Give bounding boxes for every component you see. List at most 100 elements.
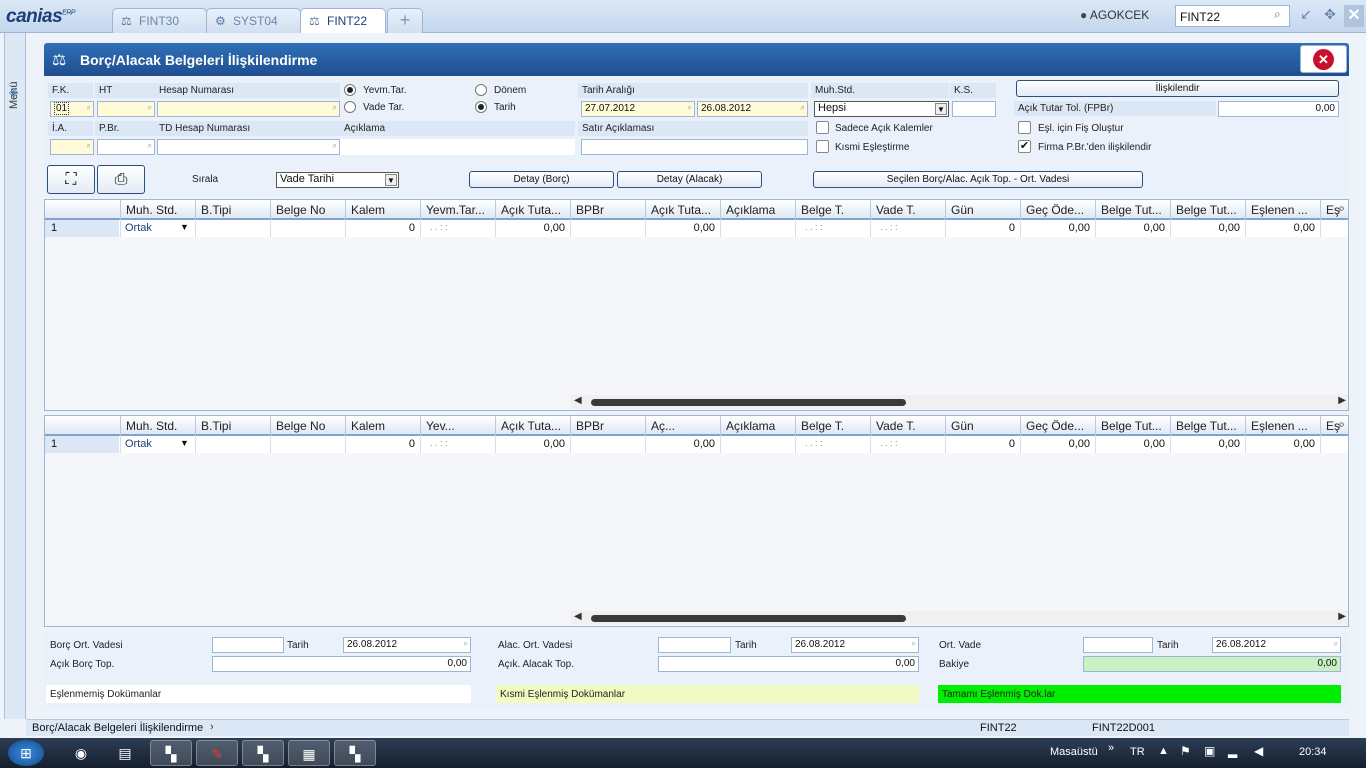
column-header[interactable]: B.Tipi <box>201 203 267 217</box>
number-cell[interactable]: 0 <box>345 438 415 450</box>
column-divider[interactable] <box>120 416 121 436</box>
column-header[interactable]: Belge Tut... <box>1101 419 1167 433</box>
column-divider[interactable] <box>720 416 721 436</box>
tab-fint30[interactable]: ⚖ FINT30 <box>112 8 207 33</box>
table-row[interactable]: 1 Ortak ▼ 0 0,00 0,00 0 0,00 0,00 0,00 0,00 . . : :… <box>45 436 1348 453</box>
tarih-radio[interactable] <box>475 101 487 113</box>
search-input[interactable]: FINT22 <box>1175 5 1290 27</box>
column-header[interactable]: BPBr <box>576 419 642 433</box>
date-cell[interactable]: . . : : <box>805 222 823 232</box>
clock[interactable]: 20:34 <box>1299 746 1327 758</box>
detay-borc-button[interactable]: Detay (Borç) <box>469 171 614 188</box>
close-app-button[interactable]: ✕ <box>1344 5 1364 27</box>
column-header[interactable]: Eşlenen ... <box>1251 203 1317 217</box>
column-divider[interactable] <box>1170 416 1171 436</box>
column-divider[interactable] <box>1095 200 1096 220</box>
number-cell[interactable]: 0 <box>345 222 415 234</box>
column-header[interactable]: Muh. Std. <box>126 203 192 217</box>
number-cell[interactable]: 0,00 <box>495 438 565 450</box>
ort-vade-input[interactable] <box>1083 637 1153 653</box>
volume-icon[interactable]: ◀ <box>1254 744 1263 758</box>
column-divider[interactable] <box>720 200 721 220</box>
column-divider[interactable] <box>1170 200 1171 220</box>
column-header[interactable]: Açık Tuta... <box>501 203 567 217</box>
side-menu[interactable]: Menü ◈ <box>4 33 26 719</box>
date-cell[interactable]: . . : : <box>805 438 823 448</box>
satir-aciklamasi-input[interactable] <box>581 139 808 155</box>
column-divider[interactable] <box>420 200 421 220</box>
flag-icon[interactable]: ⚑ <box>1180 744 1191 758</box>
chevron-icon[interactable]: » <box>1108 742 1114 754</box>
canias-icon[interactable]: ▚ <box>150 740 192 766</box>
tab-fint22[interactable]: ⚖ FINT22 <box>300 8 386 33</box>
pbr-input[interactable]: ⌕ <box>97 139 155 155</box>
power-icon[interactable]: ▣ <box>1204 744 1215 758</box>
alac-ort-vadesi-input[interactable] <box>658 637 731 653</box>
vade-radio[interactable] <box>344 101 356 113</box>
ks-input[interactable] <box>952 101 996 117</box>
borc-ort-vadesi-input[interactable] <box>212 637 284 653</box>
number-cell[interactable]: 0,00 <box>1170 438 1240 450</box>
column-header[interactable]: Gün <box>951 419 1017 433</box>
column-header[interactable]: Yev... <box>426 419 492 433</box>
start-button[interactable]: ⊞ <box>8 740 44 766</box>
muhstd-select[interactable]: Hepsi ▼ <box>814 101 949 117</box>
column-header[interactable]: Vade T. <box>876 203 942 217</box>
desktop-label[interactable]: Masaüstü <box>1050 746 1098 758</box>
number-cell[interactable]: 0,00 <box>645 438 715 450</box>
column-divider[interactable] <box>420 416 421 436</box>
column-header[interactable]: Açık Tuta... <box>651 203 717 217</box>
esl-fis-checkbox[interactable] <box>1018 121 1031 134</box>
column-header[interactable]: Belge No <box>276 419 342 433</box>
fk-input[interactable]: 01 ⌕ <box>50 101 94 117</box>
column-divider[interactable] <box>1245 200 1246 220</box>
column-header[interactable]: Belge Tut... <box>1176 419 1242 433</box>
chevron-down-icon[interactable]: ▼ <box>180 222 189 232</box>
kismi-eslestirme-checkbox[interactable] <box>816 140 829 153</box>
column-divider[interactable] <box>270 200 271 220</box>
column-header[interactable]: Açıklama <box>726 419 792 433</box>
column-divider[interactable] <box>195 200 196 220</box>
acik-tutar-tol-input[interactable]: 0,00 <box>1218 101 1339 117</box>
column-header[interactable]: Vade T. <box>876 419 942 433</box>
print-button[interactable]: ⎙ <box>97 165 145 194</box>
user-info[interactable]: ● AGOKCEK <box>1080 8 1149 22</box>
column-divider[interactable] <box>870 200 871 220</box>
number-cell[interactable]: 0 <box>945 222 1015 234</box>
chevron-right-icon[interactable]: › <box>210 721 214 733</box>
tarih-from-input[interactable]: 27.07.2012 ⌕ <box>581 101 695 117</box>
number-cell[interactable]: 0,00 <box>645 222 715 234</box>
ia-input[interactable]: ⌕ <box>50 139 94 155</box>
column-divider[interactable] <box>195 416 196 436</box>
column-divider[interactable] <box>1020 200 1021 220</box>
column-divider[interactable] <box>870 416 871 436</box>
date-cell[interactable]: . . : : <box>430 222 448 232</box>
expand-icon[interactable]: ◈ <box>9 85 18 99</box>
column-divider[interactable] <box>1020 416 1021 436</box>
column-divider[interactable] <box>570 200 571 220</box>
column-header[interactable]: Belge No <box>276 203 342 217</box>
column-header[interactable]: Kalem <box>351 203 417 217</box>
canias-icon[interactable]: ▚ <box>242 740 284 766</box>
date-cell[interactable]: . . : : <box>430 438 448 448</box>
ht-input[interactable]: ⌕ <box>97 101 155 117</box>
search-icon[interactable]: ⌕ <box>1338 417 1345 432</box>
alac-tarih-input[interactable]: 26.08.2012 ⌕ <box>791 637 919 653</box>
column-divider[interactable] <box>795 416 796 436</box>
number-cell[interactable]: 0,00 <box>1020 438 1090 450</box>
tab-syst04[interactable]: ⚙ SYST04 <box>206 8 301 33</box>
column-divider[interactable] <box>1095 416 1096 436</box>
binoculars-button[interactable]: ⛶ <box>47 165 95 194</box>
column-divider[interactable] <box>345 200 346 220</box>
column-divider[interactable] <box>495 416 496 436</box>
borc-tarih-input[interactable]: 26.08.2012 ⌕ <box>343 637 471 653</box>
tarih-to-input[interactable]: 26.08.2012 ⌕ <box>697 101 808 117</box>
column-divider[interactable] <box>1320 200 1321 220</box>
canias-icon[interactable]: ▚ <box>334 740 376 766</box>
table-row[interactable]: 1 Ortak ▼ 0 0,00 0,00 0 0,00 0,00 0,00 0,00 . . : :… <box>45 220 1348 237</box>
column-divider[interactable] <box>795 200 796 220</box>
column-divider[interactable] <box>1245 416 1246 436</box>
number-cell[interactable]: 0,00 <box>1245 438 1315 450</box>
column-header[interactable]: Belge T. <box>801 203 867 217</box>
column-header[interactable]: Eşlenen ... <box>1251 419 1317 433</box>
